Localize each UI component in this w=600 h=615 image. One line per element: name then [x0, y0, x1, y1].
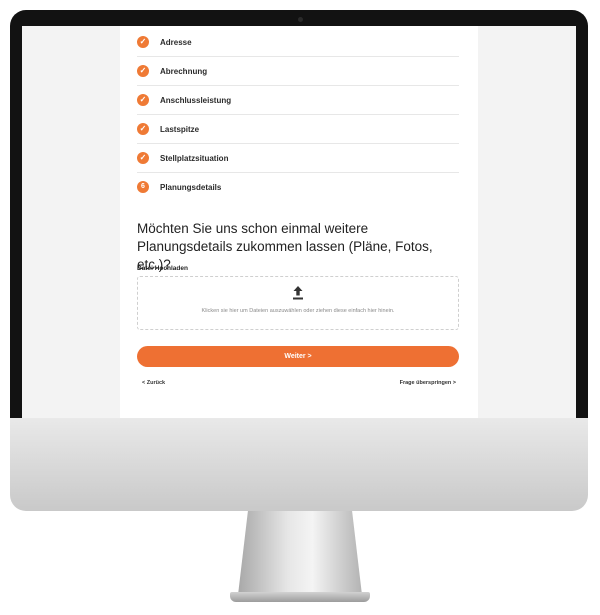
form-card: ✓ Adresse ✓ Abrechnung ✓ Anschlussleistu…	[120, 26, 478, 418]
step-lastspitze[interactable]: ✓ Lastspitze	[137, 115, 459, 144]
file-dropzone[interactable]: Klicken sie hier um Dateien auszuwählen …	[137, 276, 459, 330]
monitor-stand-base	[230, 592, 370, 602]
check-icon: ✓	[137, 36, 149, 48]
check-icon: ✓	[137, 123, 149, 135]
next-button[interactable]: Weiter >	[137, 346, 459, 367]
monitor-stand	[238, 511, 362, 595]
skip-question-link[interactable]: Frage überspringen >	[400, 380, 456, 386]
step-planungsdetails: 6 Planungsdetails	[137, 173, 459, 201]
step-stellplatzsituation[interactable]: ✓ Stellplatzsituation	[137, 144, 459, 173]
step-label: Abrechnung	[160, 66, 208, 76]
check-icon: ✓	[137, 94, 149, 106]
dropzone-hint: Klicken sie hier um Dateien auszuwählen …	[201, 308, 395, 314]
upload-label: Datei Hochladen	[137, 265, 188, 272]
monitor-chin	[10, 418, 588, 511]
step-adresse[interactable]: ✓ Adresse	[137, 28, 459, 57]
step-label: Adresse	[160, 37, 192, 47]
upload-icon	[293, 286, 303, 300]
monitor-screen: ✓ Adresse ✓ Abrechnung ✓ Anschlussleistu…	[22, 26, 576, 418]
step-label: Planungsdetails	[160, 182, 222, 192]
step-anschlussleistung[interactable]: ✓ Anschlussleistung	[137, 86, 459, 115]
camera-dot	[298, 17, 303, 22]
step-abrechnung[interactable]: ✓ Abrechnung	[137, 57, 459, 86]
check-icon: ✓	[137, 65, 149, 77]
step-label: Lastspitze	[160, 124, 200, 134]
check-icon: ✓	[137, 152, 149, 164]
step-label: Stellplatzsituation	[160, 153, 229, 163]
back-link[interactable]: < Zurück	[142, 380, 165, 386]
step-label: Anschlussleistung	[160, 95, 232, 105]
step-number-badge: 6	[137, 181, 149, 193]
